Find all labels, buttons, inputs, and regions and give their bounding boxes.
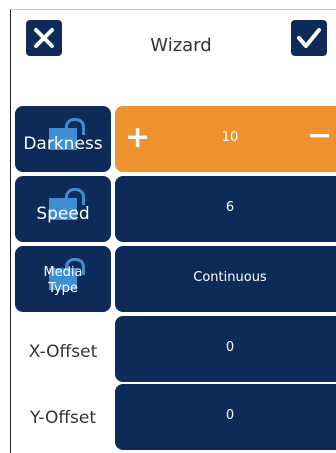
- wizard-screen: Wizard Darkness + 10 − Speed 6 Media Typ…: [10, 9, 336, 453]
- media-type-label-button[interactable]: Media Type: [15, 246, 111, 312]
- checkmark-icon: [297, 28, 321, 48]
- x-offset-label: X-Offset: [28, 342, 98, 362]
- x-offset-value: 0: [225, 340, 235, 355]
- darkness-value-field[interactable]: + 10 −: [115, 106, 336, 172]
- close-icon: [34, 28, 54, 48]
- confirm-button[interactable]: [291, 20, 327, 56]
- media-type-label-line2: Type: [48, 281, 78, 296]
- speed-label-button[interactable]: Speed: [15, 176, 111, 242]
- close-button[interactable]: [26, 20, 62, 56]
- darkness-label-button[interactable]: Darkness: [15, 106, 111, 172]
- page-title: Wizard: [150, 35, 212, 56]
- darkness-label: Darkness: [23, 134, 103, 154]
- speed-value: 6: [225, 200, 235, 215]
- speed-value-field[interactable]: 6: [115, 176, 336, 242]
- minus-icon[interactable]: −: [307, 118, 332, 153]
- y-offset-value-field[interactable]: 0: [115, 384, 336, 450]
- speed-label: Speed: [36, 204, 90, 224]
- x-offset-value-field[interactable]: 0: [115, 316, 336, 382]
- y-offset-value: 0: [225, 408, 235, 423]
- darkness-value: 10: [221, 130, 239, 145]
- media-type-value: Continuous: [193, 270, 267, 285]
- y-offset-label: Y-Offset: [29, 408, 97, 428]
- media-type-label-line1: Media: [43, 265, 83, 280]
- media-type-value-field[interactable]: Continuous: [115, 246, 336, 312]
